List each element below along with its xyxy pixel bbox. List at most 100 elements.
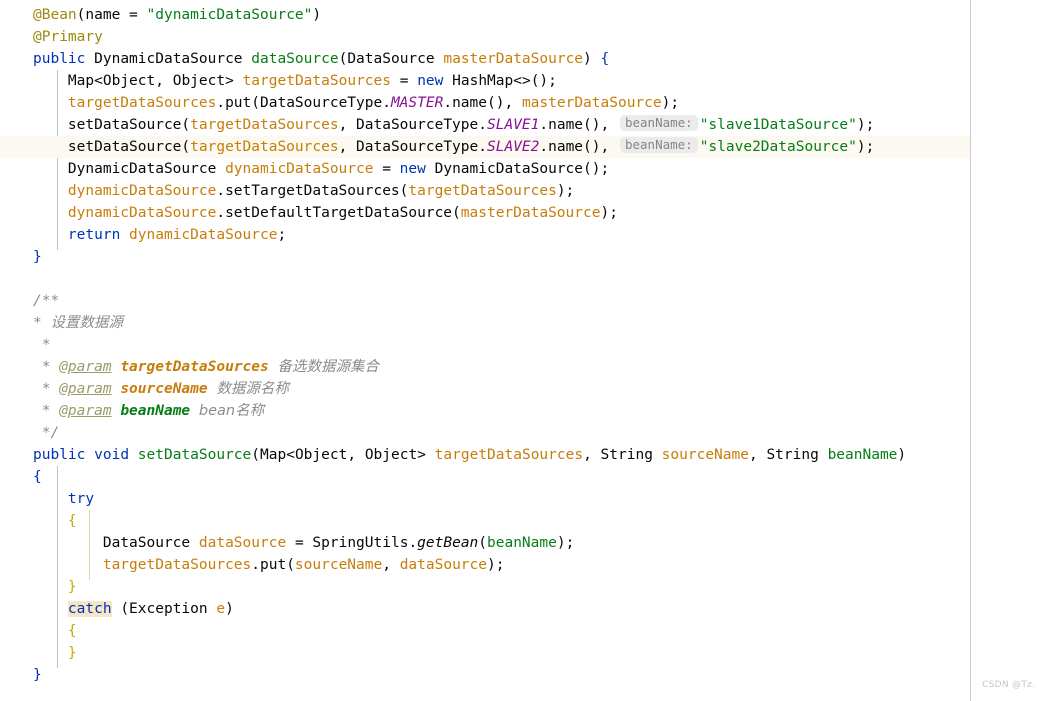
var-target-datasources: targetDataSources (242, 73, 391, 89)
paren-open: ( (181, 139, 191, 155)
code-line-28[interactable]: catch (Exception e) (0, 598, 970, 620)
javadoc-tag-param[interactable]: @param (59, 359, 111, 375)
code-line-15[interactable]: * 设置数据源 (0, 312, 970, 334)
method-setdatasource-decl: setDataSource (137, 447, 252, 463)
paren-close-semi: ); (600, 205, 618, 221)
code-line-11[interactable]: return dynamicDataSource; (0, 224, 970, 246)
javadoc-open: /** (33, 293, 60, 309)
code-line-4[interactable]: Map<Object, Object> targetDataSources = … (0, 70, 970, 92)
equals: = (294, 535, 313, 551)
arg-datasource: dataSource (399, 557, 488, 573)
code-line-25[interactable]: DataSource dataSource = SpringUtils.getB… (0, 532, 970, 554)
code-line-8[interactable]: DynamicDataSource dynamicDataSource = ne… (0, 158, 970, 180)
code-line-21[interactable]: public void setDataSource(Map<Object, Ob… (0, 444, 970, 466)
paren-open: ( (181, 117, 191, 133)
inlay-hint-beanname[interactable]: beanName: (619, 115, 698, 131)
open-brace-catch: { (67, 623, 77, 639)
inlay-hint-beanname[interactable]: beanName: (619, 137, 698, 153)
dot: . (216, 205, 226, 221)
code-line-14[interactable]: /** (0, 290, 970, 312)
param-target-datasources: targetDataSources (434, 447, 584, 463)
paren-close: ) (312, 7, 322, 23)
equals: = (120, 7, 147, 23)
keyword-return: return (67, 227, 121, 243)
code-lines[interactable]: @Bean(name = "dynamicDataSource") @Prima… (0, 4, 970, 686)
equals: = (390, 73, 418, 89)
code-line-27[interactable]: } (0, 576, 970, 598)
code-line-18[interactable]: * @param sourceName 数据源名称 (0, 378, 970, 400)
javadoc-param-desc-3: bean名称 (198, 403, 265, 419)
code-line-9[interactable]: dynamicDataSource.setTargetDataSources(t… (0, 180, 970, 202)
javadoc-tag-param[interactable]: @param (59, 403, 111, 419)
type-map: Map (67, 73, 95, 89)
code-editor[interactable]: @Bean(name = "dynamicDataSource") @Prima… (0, 0, 1043, 701)
paren-open: ( (478, 535, 488, 551)
error-stripe-gutter[interactable] (971, 0, 1043, 701)
code-line-6[interactable]: setDataSource(targetDataSources, DataSou… (0, 114, 970, 136)
method-setdefaulttargetdatasource: setDefaultTargetDataSource (225, 205, 453, 221)
paren-close-semi: ); (556, 535, 575, 551)
type-object-1: Object (102, 73, 156, 89)
code-line-22[interactable]: { (0, 466, 970, 488)
paren-close-semi: ); (661, 95, 680, 111)
code-line-17[interactable]: * @param targetDataSources 备选数据源集合 (0, 356, 970, 378)
angle-close: > (225, 73, 234, 89)
code-line-29[interactable]: { (0, 620, 970, 642)
comma: , (338, 139, 357, 155)
code-line-7[interactable]: setDataSource(targetDataSources, DataSou… (0, 136, 970, 158)
param-source-name: sourceName (661, 447, 749, 463)
paren-close: ) (583, 51, 592, 67)
var-dynamic-datasource: dynamicDataSource (225, 161, 374, 177)
dot: . (216, 183, 226, 199)
editor-code-surface[interactable]: @Bean(name = "dynamicDataSource") @Prima… (0, 0, 970, 701)
comma: , (600, 139, 618, 155)
paren-open: ( (251, 447, 261, 463)
param-bean-name: beanName (827, 447, 898, 463)
equals: = (382, 161, 400, 177)
type-datasource: DataSource (102, 535, 191, 551)
javadoc-star (33, 381, 42, 397)
var-dynamic-datasource: dynamicDataSource (67, 205, 217, 221)
code-line-19[interactable]: * @param beanName bean名称 (0, 400, 970, 422)
keyword-try: try (67, 491, 95, 507)
var-exception: e (216, 601, 226, 617)
method-name-call: name() (548, 117, 601, 133)
code-line-2[interactable]: @Primary (0, 26, 970, 48)
paren-empty-semi: (); (583, 161, 610, 177)
javadoc-tag-param[interactable]: @param (59, 381, 111, 397)
code-line-10[interactable]: dynamicDataSource.setDefaultTargetDataSo… (0, 202, 970, 224)
keyword-public: public (33, 51, 86, 67)
javadoc-param-desc-1: 备选数据源集合 (277, 359, 379, 375)
method-setdatasource: setDataSource (67, 117, 182, 133)
method-name-call: name() (548, 139, 601, 155)
code-line-31[interactable]: } (0, 664, 970, 686)
code-line-20[interactable]: */ (0, 422, 970, 444)
comma: , (583, 447, 601, 463)
code-line-1[interactable]: @Bean(name = "dynamicDataSource") (0, 4, 970, 26)
string-literal: "dynamicDataSource" (146, 7, 313, 23)
code-line-26[interactable]: targetDataSources.put(sourceName, dataSo… (0, 554, 970, 576)
return-type: DynamicDataSource (94, 51, 243, 67)
keyword-new: new (417, 73, 444, 89)
string-slave1-datasource: "slave1DataSource" (699, 117, 857, 133)
code-line-12[interactable]: } (0, 246, 970, 268)
diamond-operator: <>(); (513, 73, 557, 89)
keyword-catch[interactable]: catch (67, 601, 112, 617)
annotation-primary: @Primary (33, 29, 103, 45)
code-line-13[interactable] (0, 268, 970, 290)
type-object-2: Object (364, 447, 418, 463)
angle-open: < (286, 447, 295, 463)
code-line-23[interactable]: try (0, 488, 970, 510)
attr-name: name (85, 7, 121, 23)
param-type: DataSource (347, 51, 435, 67)
paren-close-semi: ); (487, 557, 505, 573)
string-slave2-datasource: "slave2DataSource" (699, 139, 857, 155)
const-master: MASTER (390, 95, 444, 111)
const-slave1: SLAVE1 (486, 117, 540, 133)
code-line-3[interactable]: public DynamicDataSource dataSource(Data… (0, 48, 970, 70)
code-line-30[interactable]: } (0, 642, 970, 664)
code-line-5[interactable]: targetDataSources.put(DataSourceType.MAS… (0, 92, 970, 114)
code-line-16[interactable]: * (0, 334, 970, 356)
code-line-24[interactable]: { (0, 510, 970, 532)
method-setdatasource: setDataSource (67, 139, 182, 155)
